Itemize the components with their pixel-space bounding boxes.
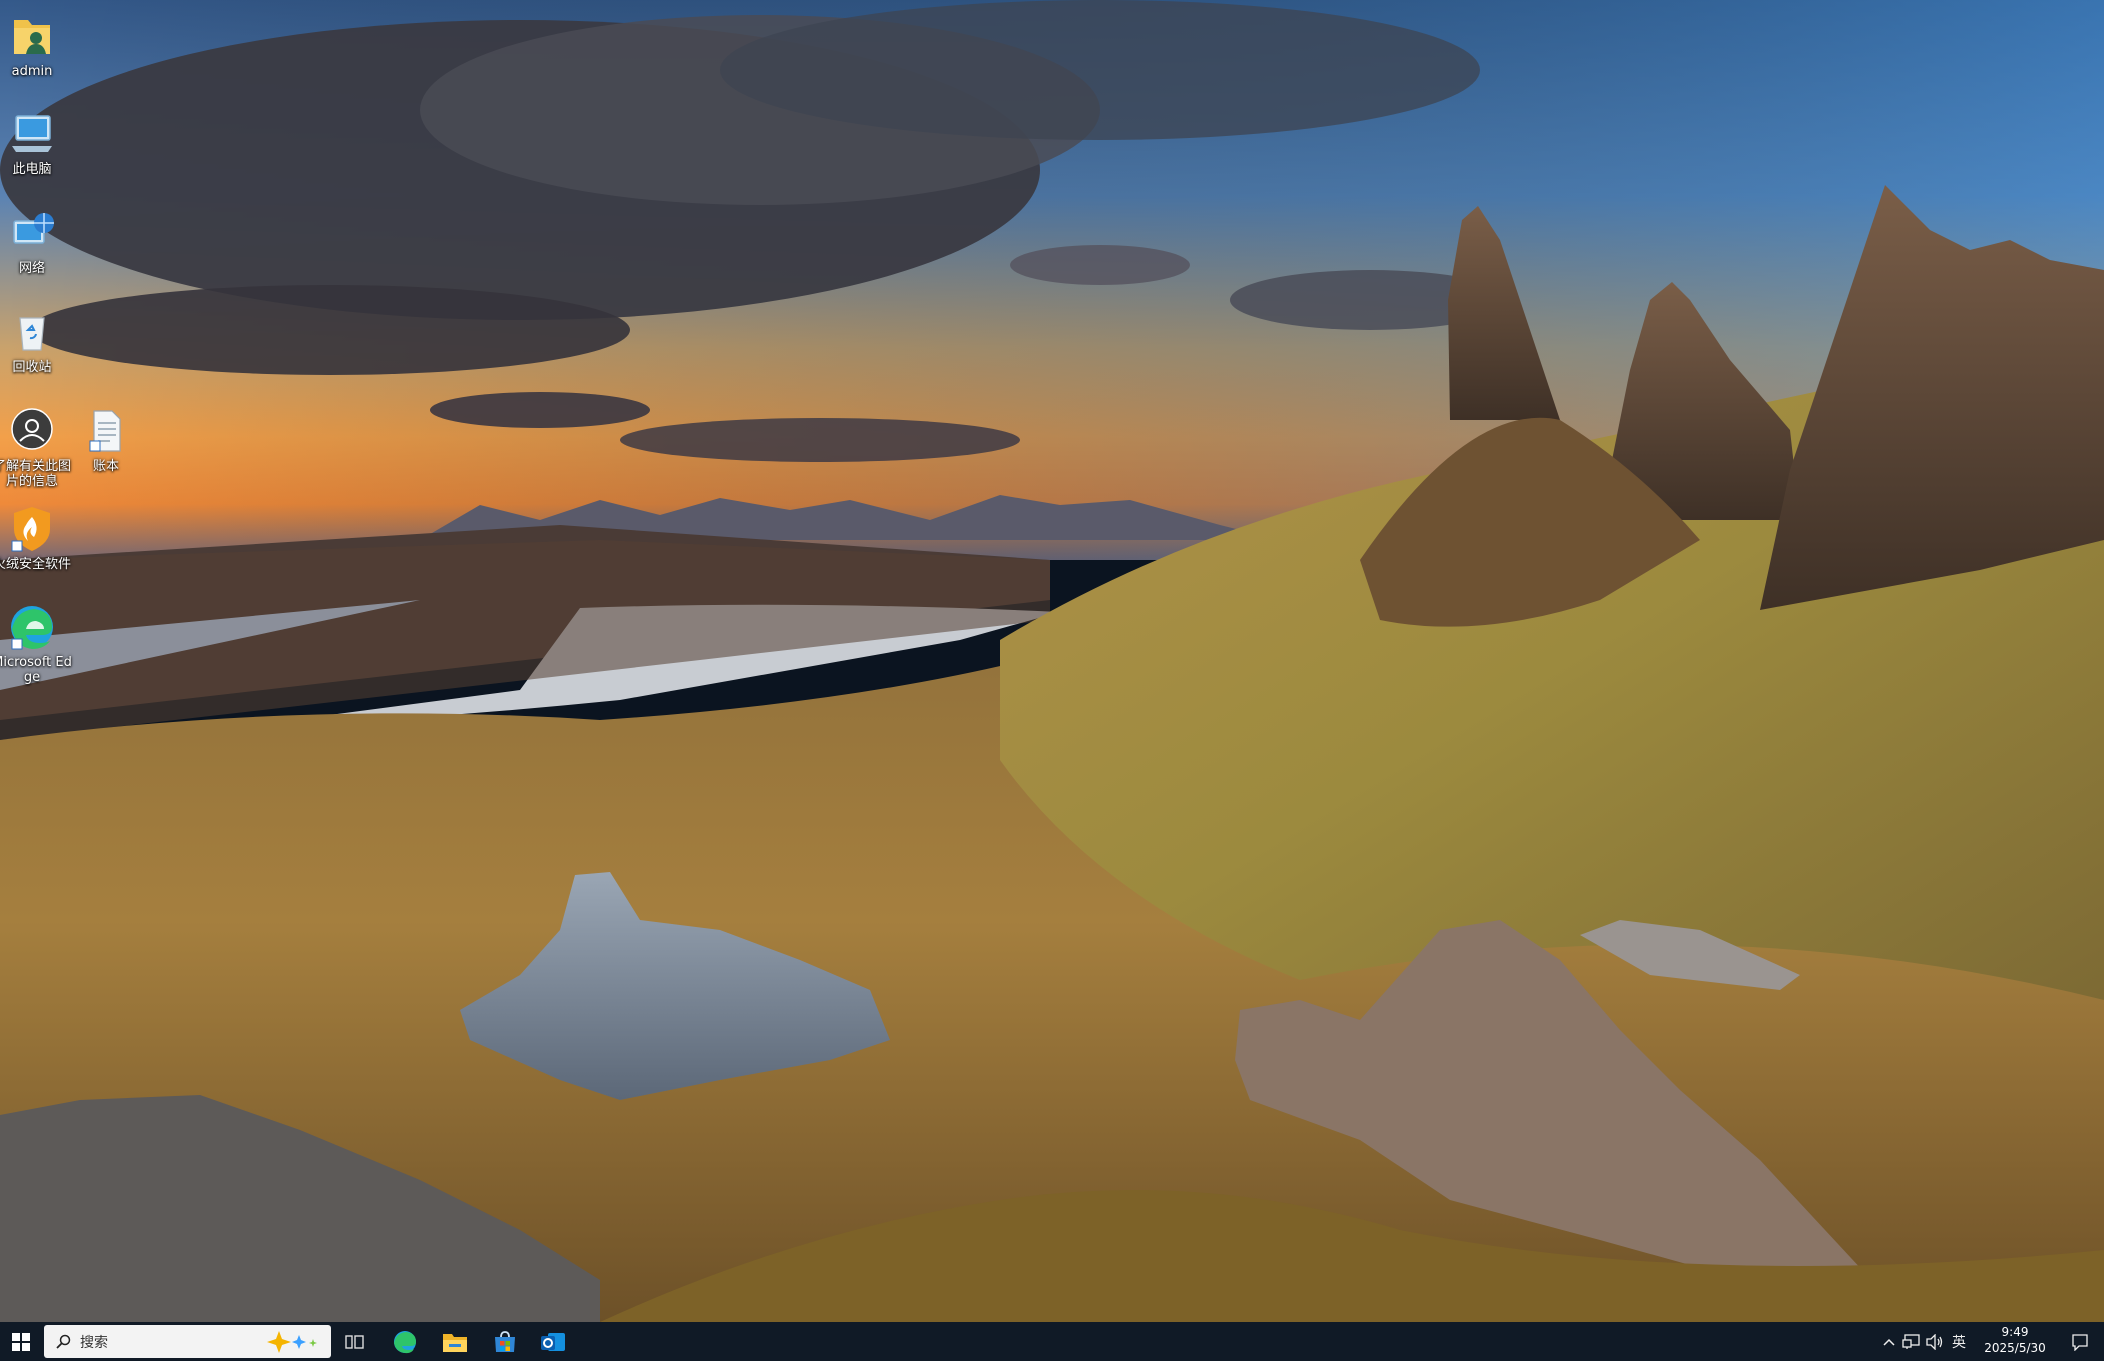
desktop-icon-edge[interactable]: Microsoft Edge — [0, 601, 72, 685]
computer-icon — [6, 108, 58, 160]
search-placeholder: 搜索 — [80, 1334, 108, 1351]
desktop-icon-huorong[interactable]: 火绒安全软件 — [0, 503, 72, 572]
outlook-icon — [541, 1332, 565, 1351]
network-status-button[interactable] — [1900, 1322, 1922, 1361]
chevron-up-icon — [1883, 1338, 1895, 1346]
desktop-icon-admin[interactable]: admin — [0, 10, 72, 79]
taskbar-store-button[interactable] — [482, 1322, 528, 1361]
clock-date: 2025/5/30 — [1984, 1341, 2046, 1355]
document-icon — [80, 405, 132, 457]
camera-info-icon — [6, 405, 58, 457]
clock-time: 9:49 — [2001, 1325, 2029, 1339]
task-view-button[interactable] — [332, 1322, 378, 1361]
desktop-icon-label: admin — [11, 64, 53, 79]
store-icon — [495, 1330, 515, 1352]
notification-icon — [2072, 1333, 2088, 1351]
network-status-icon — [1902, 1333, 1920, 1349]
search-box[interactable]: 搜索 — [44, 1325, 331, 1358]
taskbar-outlook-button[interactable] — [530, 1322, 576, 1361]
windows-logo-icon — [12, 1332, 30, 1351]
search-icon — [56, 1334, 71, 1349]
volume-button[interactable] — [1924, 1322, 1946, 1361]
user-folder-icon — [6, 10, 58, 62]
search-highlight-icon — [267, 1331, 317, 1353]
input-method-button[interactable]: 英 — [1948, 1322, 1970, 1361]
desktop-icon-label: 火绒安全软件 — [0, 557, 71, 572]
taskbar-clock[interactable]: 9:49 2025/5/30 — [1970, 1324, 2060, 1359]
notification-center-button[interactable] — [2060, 1322, 2100, 1361]
desktop-icon-network[interactable]: 网络 — [0, 207, 72, 276]
start-button[interactable] — [0, 1322, 42, 1361]
desktop-icon-this-pc[interactable]: 此电脑 — [0, 108, 72, 177]
input-method-label: 英 — [1952, 1334, 1966, 1351]
desktop-icon-label: Microsoft Edge — [0, 655, 72, 685]
taskbar-edge-button[interactable] — [382, 1322, 428, 1361]
network-icon — [6, 207, 58, 259]
desktop-icon-recycle-bin[interactable]: 回收站 — [0, 306, 72, 375]
desktop-icon-label: 了解有关此图片的信息 — [0, 459, 71, 489]
desktop-icon-label: 网络 — [18, 261, 45, 276]
edge-icon — [6, 601, 58, 653]
huorong-shield-icon — [6, 503, 58, 555]
taskbar: 搜索 英 9:49 2025/5/30 — [0, 1322, 2104, 1361]
desktop-icon-ledger[interactable]: 账本 — [66, 405, 146, 474]
edge-icon — [394, 1330, 416, 1353]
desktop-icon-label: 账本 — [92, 459, 119, 474]
folder-icon — [443, 1333, 467, 1352]
speaker-icon — [1926, 1333, 1943, 1350]
show-hidden-icons-button[interactable] — [1880, 1322, 1898, 1361]
task-view-icon — [345, 1334, 364, 1349]
recycle-bin-icon — [6, 306, 58, 358]
desktop-icon-image-info[interactable]: 了解有关此图片的信息 — [0, 405, 72, 489]
desktop-icon-label: 回收站 — [12, 360, 52, 375]
taskbar-file-explorer-button[interactable] — [432, 1322, 478, 1361]
desktop-icon-label: 此电脑 — [12, 162, 52, 177]
desktop-icon-area: admin 此电脑 网络 回收站 了解有关此图片的信息 账本 火绒安全软件 Mi… — [0, 0, 2104, 1322]
